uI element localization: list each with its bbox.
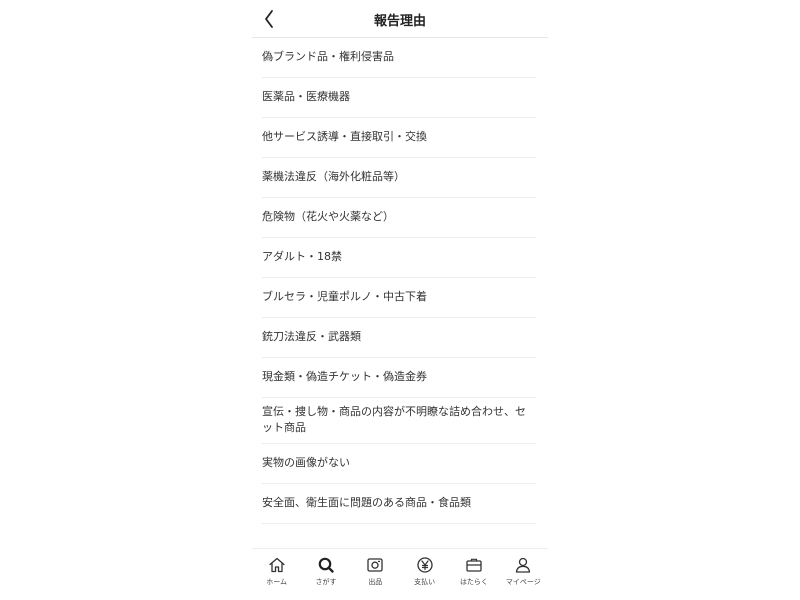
list-item-label: 実物の画像がない bbox=[262, 456, 350, 469]
list-item-label: 安全面、衛生面に問題のある商品・食品類 bbox=[262, 496, 471, 509]
list-item-label: 危険物（花火や火薬など） bbox=[262, 210, 394, 223]
list-item[interactable]: 実物の画像がない bbox=[262, 444, 536, 484]
tab-sell[interactable]: 出品 bbox=[351, 549, 400, 600]
tab-label: マイページ bbox=[505, 578, 541, 586]
list-item[interactable]: 医薬品・医療機器 bbox=[262, 78, 536, 118]
tab-work[interactable]: はたらく bbox=[449, 549, 498, 600]
list-item[interactable]: 危険物（花火や火薬など） bbox=[262, 198, 536, 238]
list-item-label: 偽ブランド品・権利侵害品 bbox=[262, 50, 394, 63]
briefcase-icon bbox=[466, 558, 482, 572]
list-item-label: ブルセラ・児童ポルノ・中古下着 bbox=[262, 290, 427, 303]
list-item-label: 薬機法違反（海外化粧品等） bbox=[262, 170, 405, 183]
tab-label: 出品 bbox=[368, 578, 383, 586]
tab-label: 支払い bbox=[414, 578, 436, 586]
list-item-label: 銃刀法違反・武器類 bbox=[262, 330, 361, 343]
search-icon bbox=[318, 557, 334, 573]
tab-label: さがす bbox=[315, 578, 337, 586]
list-item-label: 医薬品・医療機器 bbox=[262, 90, 350, 103]
phone-screen: 報告理由 偽ブランド品・権利侵害品 医薬品・医療機器 他サービス誘導・直接取引・… bbox=[252, 0, 548, 600]
list-item-label: 宣伝・捜し物・商品の内容が不明瞭な詰め合わせ、セット商品 bbox=[262, 405, 526, 434]
list-item[interactable]: アダルト・18禁 bbox=[262, 238, 536, 278]
list-item[interactable]: 現金類・偽造チケット・偽造金券 bbox=[262, 358, 536, 398]
list-item[interactable]: 銃刀法違反・武器類 bbox=[262, 318, 536, 358]
list-item[interactable]: 偽ブランド品・権利侵害品 bbox=[262, 38, 536, 78]
list-item[interactable]: 宣伝・捜し物・商品の内容が不明瞭な詰め合わせ、セット商品 bbox=[262, 398, 536, 444]
bottom-tab-bar: ホーム さがす 出品 支払い はたらく マイページ bbox=[252, 548, 548, 600]
camera-icon bbox=[367, 558, 383, 572]
tab-label: ホーム bbox=[266, 578, 288, 586]
list-item[interactable]: 安全面、衛生面に問題のある商品・食品類 bbox=[262, 484, 536, 524]
header-bar: 報告理由 bbox=[252, 0, 548, 38]
person-icon bbox=[516, 557, 531, 573]
tab-search[interactable]: さがす bbox=[301, 549, 350, 600]
list-item[interactable]: ブルセラ・児童ポルノ・中古下着 bbox=[262, 278, 536, 318]
home-icon bbox=[269, 557, 285, 573]
list-item-label: 現金類・偽造チケット・偽造金券 bbox=[262, 370, 427, 383]
page-title: 報告理由 bbox=[373, 14, 426, 29]
list-item[interactable]: 他サービス誘導・直接取引・交換 bbox=[262, 118, 536, 158]
tab-mypage[interactable]: マイページ bbox=[499, 549, 548, 600]
tab-home[interactable]: ホーム bbox=[252, 549, 301, 600]
list-item-label: アダルト・18禁 bbox=[262, 250, 342, 263]
tab-payment[interactable]: 支払い bbox=[400, 549, 449, 600]
tab-label: はたらく bbox=[460, 578, 488, 586]
list-item[interactable]: 薬機法違反（海外化粧品等） bbox=[262, 158, 536, 198]
yen-icon bbox=[416, 557, 433, 573]
list-item-label: 他サービス誘導・直接取引・交換 bbox=[262, 130, 427, 143]
reason-list[interactable]: 偽ブランド品・権利侵害品 医薬品・医療機器 他サービス誘導・直接取引・交換 薬機… bbox=[252, 38, 548, 548]
